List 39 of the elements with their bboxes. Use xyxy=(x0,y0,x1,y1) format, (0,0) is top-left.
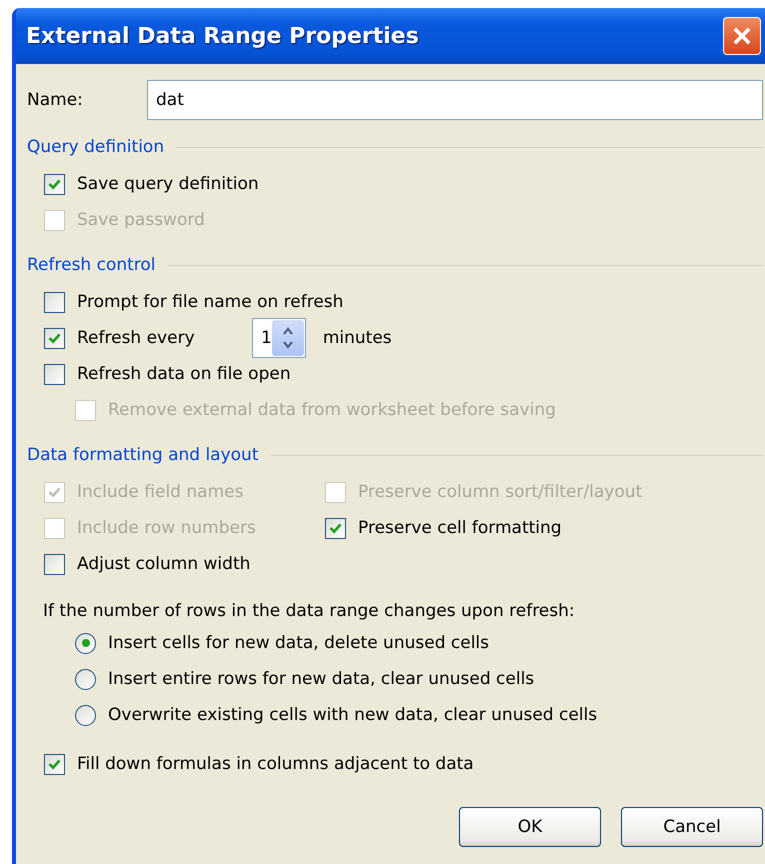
checkbox-label: Prompt for file name on refresh xyxy=(77,292,344,312)
checkbox[interactable] xyxy=(44,754,65,774)
section-title: Refresh control xyxy=(27,255,156,275)
unit-label: minutes xyxy=(322,328,392,348)
radio-button[interactable] xyxy=(75,632,96,654)
dialog-button[interactable]: OK xyxy=(459,807,601,847)
section-title: Query definition xyxy=(27,137,164,157)
window-title: External Data Range Properties xyxy=(26,24,419,48)
checkbox[interactable] xyxy=(44,364,65,384)
number-field[interactable]: 1 xyxy=(252,318,306,358)
checkbox-label: Fill down formulas in columns adjacent to data xyxy=(77,754,474,774)
checkbox-label: Save password xyxy=(77,210,205,230)
checkbox[interactable] xyxy=(44,328,65,348)
prompt-text: If the number of rows in the data range changes upon refresh: xyxy=(42,600,576,623)
checkbox[interactable] xyxy=(44,174,65,194)
checkbox-label: Remove external data from worksheet before saving xyxy=(108,400,556,420)
checkbox-label: Refresh data on file open xyxy=(77,364,291,384)
radio-label: Insert cells for new data, delete unused cells xyxy=(108,633,489,653)
section-title: Data formatting and layout xyxy=(27,445,259,465)
checkbox-label: Preserve cell formatting xyxy=(358,518,562,538)
close-button[interactable] xyxy=(723,17,761,55)
checkbox[interactable] xyxy=(325,518,346,538)
checkbox-label: Refresh every xyxy=(77,328,196,348)
field-label: Name: xyxy=(27,90,84,110)
name-field[interactable]: dat xyxy=(147,80,763,120)
radio-label: Overwrite existing cells with new data, clear unused cells xyxy=(108,705,598,725)
radio-button[interactable] xyxy=(75,668,96,690)
spin-buttons[interactable] xyxy=(272,320,304,356)
checkbox-label: Preserve column sort/filter/layout xyxy=(358,482,642,502)
radio-button[interactable] xyxy=(75,704,96,726)
dialog-button[interactable]: Cancel xyxy=(621,807,763,847)
checkbox-label: Include field names xyxy=(77,482,244,502)
checkbox[interactable] xyxy=(44,292,65,312)
radio-label: Insert entire rows for new data, clear unused cells xyxy=(108,669,534,689)
field-value: 1 xyxy=(261,328,272,348)
checkbox-label: Save query definition xyxy=(77,174,259,194)
checkbox-label: Include row numbers xyxy=(77,518,256,538)
checkbox[interactable] xyxy=(44,554,65,574)
checkbox-label: Adjust column width xyxy=(77,554,250,574)
